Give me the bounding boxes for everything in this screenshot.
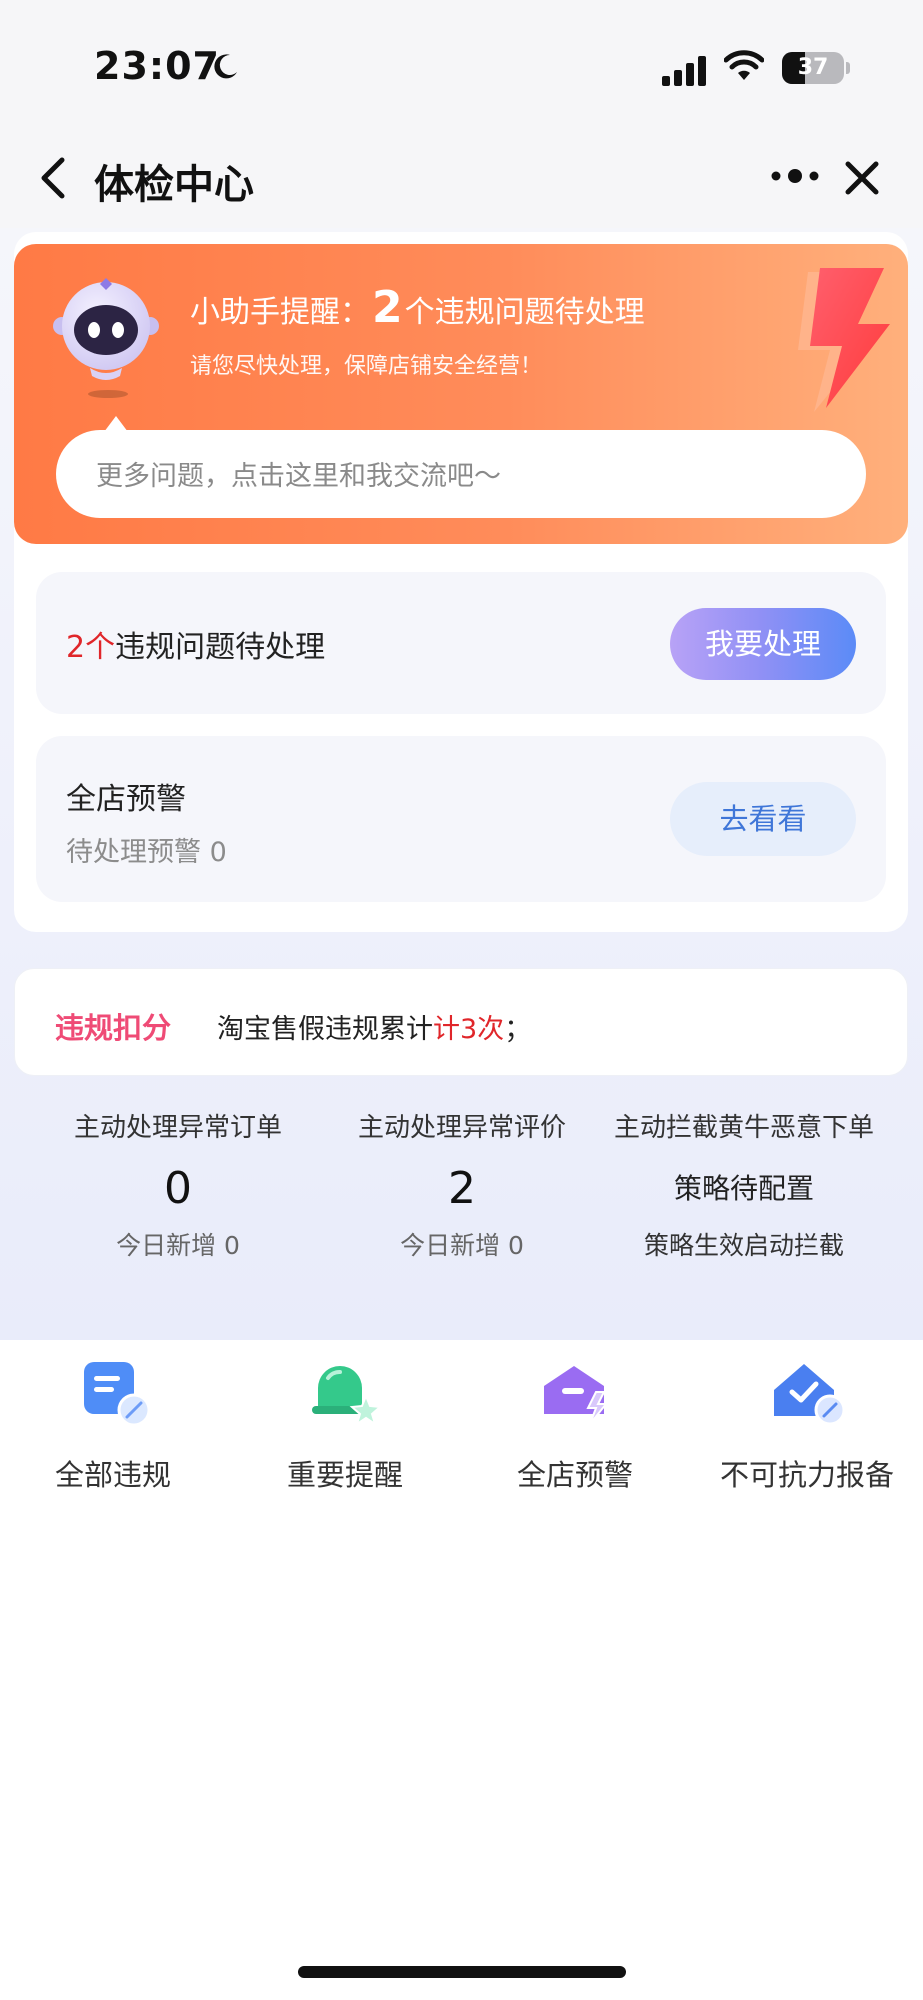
penalty-card[interactable]: 违规扣分 淘宝售假违规累计计3次；: [14, 968, 908, 1076]
chat-placeholder: 更多问题，点击这里和我交流吧～: [96, 461, 501, 492]
stat-value: 2: [448, 1163, 476, 1214]
shortcut-label: 不可抗力报备: [719, 1458, 894, 1492]
status-time: 23:07: [94, 44, 220, 88]
stat-title: 主动处理异常订单: [73, 1113, 282, 1143]
handle-button[interactable]: 我要处理: [670, 608, 856, 680]
stat-value: 0: [164, 1163, 192, 1214]
penalty-label: 违规扣分: [55, 1011, 172, 1045]
status-bar: 23:07 37: [0, 0, 923, 130]
store-warning-title: 全店预警: [66, 782, 186, 817]
bell-icon: [312, 1366, 383, 1427]
battery-icon: 37: [782, 52, 844, 84]
stat-sub: 策略生效启动拦截: [643, 1231, 844, 1260]
shortcut-label: 全店预警: [516, 1458, 633, 1492]
moon-icon: [214, 54, 237, 79]
store-warning-card: 全店预警 待处理预警 0 去看看: [36, 736, 886, 902]
store-warning-subtitle: 待处理预警 0: [66, 837, 227, 868]
shortcut-store-warning[interactable]: 全店预警: [460, 1356, 690, 1494]
stat-abnormal-orders[interactable]: 主动处理异常订单 0 今日新增 0: [28, 1108, 328, 1266]
close-icon[interactable]: [842, 158, 882, 198]
stat-scalper-block[interactable]: 主动拦截黄牛恶意下单 策略待配置 策略生效启动拦截: [594, 1108, 894, 1266]
penalty-suffix: ；: [504, 1014, 532, 1045]
penalty-highlight: 计3次: [433, 1014, 505, 1045]
stat-title: 主动处理异常评价: [357, 1113, 566, 1143]
page-title: 体检中心: [94, 162, 254, 208]
lightning-bolt-icon: [798, 268, 890, 412]
assistant-title-prefix: 小助手提醒：: [190, 295, 370, 330]
stat-abnormal-reviews[interactable]: 主动处理异常评价 2 今日新增 0: [312, 1108, 612, 1266]
signal-icon: [662, 56, 706, 86]
house-check-icon: [774, 1364, 846, 1426]
shortcut-label: 重要提醒: [286, 1458, 403, 1492]
stat-sub: 今日新增 0: [116, 1231, 240, 1260]
shortcut-all-violations[interactable]: 全部违规: [0, 1356, 228, 1494]
more-icon[interactable]: [770, 166, 820, 186]
battery-tip: [846, 62, 850, 74]
assistant-title-suffix: 个违规问题待处理: [404, 295, 645, 330]
stat-title: 主动拦截黄牛恶意下单: [613, 1113, 874, 1143]
stat-sub: 今日新增 0: [400, 1231, 524, 1260]
penalty-description: 淘宝售假违规累计: [217, 1014, 433, 1045]
assistant-subtitle: 请您尽快处理，保障店铺安全经营！: [190, 354, 543, 379]
assistant-chat-input[interactable]: 更多问题，点击这里和我交流吧～: [56, 430, 866, 518]
home-indicator[interactable]: [298, 1966, 626, 1978]
shortcut-label: 全部违规: [54, 1458, 171, 1492]
view-warning-button[interactable]: 去看看: [670, 782, 856, 856]
shortcut-important-reminders[interactable]: 重要提醒: [230, 1356, 460, 1494]
wifi-icon: [724, 50, 764, 80]
penalty-text: 淘宝售假违规累计计3次；: [217, 1007, 531, 1046]
assistant-banner: 小助手提醒：2个违规问题待处理 请您尽快处理，保障店铺安全经营！ 更多问题，点击…: [14, 244, 908, 544]
document-icon: [84, 1362, 151, 1427]
navigation-bar: 体检中心: [0, 130, 923, 230]
robot-assistant-icon: [53, 278, 159, 380]
shortcut-force-majeure[interactable]: 不可抗力报备: [692, 1356, 922, 1494]
robot-shadow: [88, 390, 128, 398]
pending-violations-text: 2个违规问题待处理: [66, 622, 325, 666]
assistant-issue-count: 2: [372, 282, 403, 333]
assistant-reminder-title: 小助手提醒：2个违规问题待处理: [190, 282, 645, 333]
pending-count: 2个: [66, 630, 116, 665]
battery-level: 37: [797, 55, 829, 80]
pending-violations-card: 2个违规问题待处理 我要处理: [36, 572, 886, 714]
pending-label: 违规问题待处理: [115, 630, 326, 665]
back-icon[interactable]: [36, 154, 70, 202]
stat-value: 策略待配置: [673, 1172, 814, 1205]
shortcut-bar: 全部违规 重要提醒 全店预警 不可抗力报备: [0, 1340, 923, 1500]
mail-warning-icon: [544, 1366, 609, 1425]
